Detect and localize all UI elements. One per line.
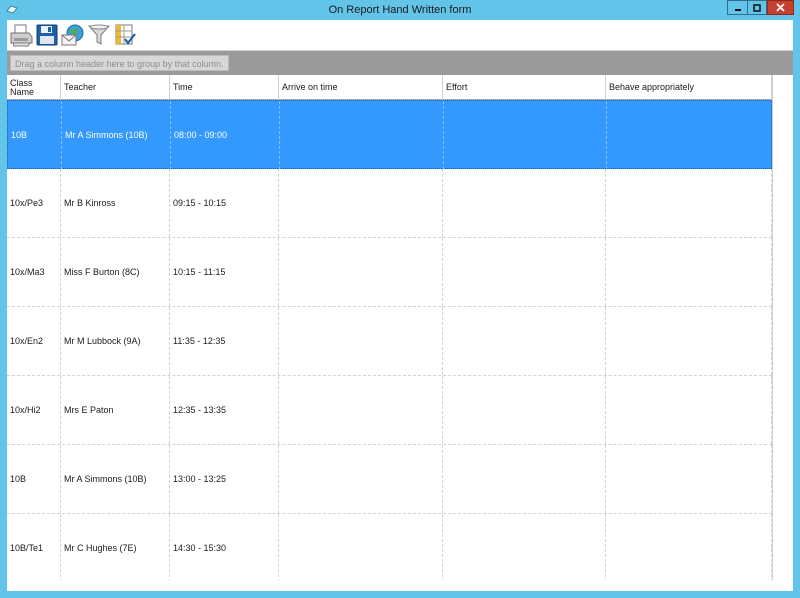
- close-button[interactable]: [767, 0, 794, 15]
- effort-cell[interactable]: [443, 376, 606, 444]
- group-by-panel[interactable]: Drag a column header here to group by th…: [7, 50, 793, 75]
- column-chooser-icon: [115, 24, 136, 45]
- printer-icon: [10, 24, 33, 47]
- arrive-on-time-cell[interactable]: [279, 307, 443, 375]
- class-name-cell[interactable]: 10x/Pe3: [7, 169, 61, 237]
- toolbar: [7, 20, 793, 49]
- teacher-cell[interactable]: Mrs E Paton: [61, 376, 170, 444]
- minimize-button[interactable]: [727, 0, 748, 15]
- arrive-on-time-cell[interactable]: [279, 169, 443, 237]
- app-window: On Report Hand Written form Drag a colum…: [0, 0, 800, 598]
- time-cell[interactable]: 13:00 - 13:25: [170, 445, 279, 513]
- effort-cell[interactable]: [443, 445, 606, 513]
- maximize-button[interactable]: [747, 0, 767, 15]
- email-button[interactable]: [61, 23, 85, 47]
- teacher-cell[interactable]: Mr C Hughes (7E): [61, 514, 170, 582]
- behave-appropriately-cell[interactable]: [606, 307, 772, 375]
- effort-cell[interactable]: [444, 101, 607, 169]
- behave-appropriately-cell[interactable]: [606, 376, 772, 444]
- behave-appropriately-cell[interactable]: [606, 169, 772, 237]
- save-button[interactable]: [35, 23, 59, 47]
- behave-appropriately-cell[interactable]: [607, 101, 773, 169]
- window-title: On Report Hand Written form: [328, 4, 472, 16]
- behave-appropriately-cell[interactable]: [606, 514, 772, 582]
- class-name-cell[interactable]: 10x/En2: [7, 307, 61, 375]
- effort-cell[interactable]: [443, 514, 606, 582]
- minimize-icon: [734, 8, 741, 11]
- table-row[interactable]: 10x/Pe3 Mr B Kinross 09:15 - 10:15: [7, 169, 772, 238]
- grid-footer-space: [7, 580, 793, 591]
- effort-cell[interactable]: [443, 169, 606, 237]
- column-header-arrive-on-time[interactable]: Arrive on time: [279, 75, 443, 100]
- column-chooser-button[interactable]: [113, 23, 137, 47]
- effort-cell[interactable]: [443, 238, 606, 306]
- column-header-teacher[interactable]: Teacher: [61, 75, 170, 100]
- time-cell[interactable]: 12:35 - 13:35: [170, 376, 279, 444]
- behave-appropriately-cell[interactable]: [606, 238, 772, 306]
- class-name-cell[interactable]: 10B: [8, 101, 62, 169]
- arrive-on-time-cell[interactable]: [279, 445, 443, 513]
- teacher-cell[interactable]: Mr B Kinross: [61, 169, 170, 237]
- class-name-cell[interactable]: 10x/Hi2: [7, 376, 61, 444]
- time-cell[interactable]: 14:30 - 15:30: [170, 514, 279, 582]
- grid-header: Class Name Teacher Time Arrive on time E…: [7, 75, 772, 100]
- time-cell[interactable]: 11:35 - 12:35: [170, 307, 279, 375]
- title-bar[interactable]: On Report Hand Written form: [0, 0, 800, 20]
- print-button[interactable]: [9, 23, 33, 47]
- table-row[interactable]: 10x/Hi2 Mrs E Paton 12:35 - 13:35: [7, 376, 772, 445]
- behave-appropriately-cell[interactable]: [606, 445, 772, 513]
- column-header-time[interactable]: Time: [170, 75, 279, 100]
- column-header-class-name[interactable]: Class Name: [7, 75, 61, 100]
- arrive-on-time-cell[interactable]: [279, 514, 443, 582]
- teacher-cell[interactable]: Miss F Burton (8C): [61, 238, 170, 306]
- arrive-on-time-cell[interactable]: [279, 376, 443, 444]
- class-name-cell[interactable]: 10B/Te1: [7, 514, 61, 582]
- grid-empty-area: [772, 75, 793, 580]
- maximize-icon: [753, 3, 761, 12]
- teacher-cell[interactable]: Mr M Lubbock (9A): [61, 307, 170, 375]
- time-cell[interactable]: 08:00 - 09:00: [171, 101, 280, 169]
- column-header-label: Name: [10, 86, 35, 97]
- close-icon: [776, 3, 785, 12]
- time-cell[interactable]: 10:15 - 11:15: [170, 238, 279, 306]
- table-row[interactable]: 10x/Ma3 Miss F Burton (8C) 10:15 - 11:15: [7, 238, 772, 307]
- table-row[interactable]: 10B Mr A Simmons (10B) 08:00 - 09:00: [7, 100, 773, 169]
- floppy-disk-icon: [36, 24, 58, 46]
- table-row[interactable]: 10B Mr A Simmons (10B) 13:00 - 13:25: [7, 445, 772, 514]
- table-row[interactable]: 10B/Te1 Mr C Hughes (7E) 14:30 - 15:30: [7, 514, 772, 583]
- group-by-hint: Drag a column header here to group by th…: [10, 55, 229, 71]
- table-row[interactable]: 10x/En2 Mr M Lubbock (9A) 11:35 - 12:35: [7, 307, 772, 376]
- column-header-effort[interactable]: Effort: [443, 75, 606, 100]
- column-header-behave-appropriately[interactable]: Behave appropriately: [606, 75, 772, 100]
- time-cell[interactable]: 09:15 - 10:15: [170, 169, 279, 237]
- report-grid: Class Name Teacher Time Arrive on time E…: [7, 75, 773, 583]
- class-name-cell[interactable]: 10B: [7, 445, 61, 513]
- class-name-cell[interactable]: 10x/Ma3: [7, 238, 61, 306]
- filter-button[interactable]: [87, 23, 111, 47]
- teacher-cell[interactable]: Mr A Simmons (10B): [61, 445, 170, 513]
- arrive-on-time-cell[interactable]: [280, 101, 444, 169]
- email-globe-icon: [61, 24, 84, 46]
- teacher-cell[interactable]: Mr A Simmons (10B): [62, 101, 171, 169]
- client-area: Drag a column header here to group by th…: [7, 20, 793, 591]
- funnel-filter-icon: [87, 24, 111, 45]
- arrive-on-time-cell[interactable]: [279, 238, 443, 306]
- effort-cell[interactable]: [443, 307, 606, 375]
